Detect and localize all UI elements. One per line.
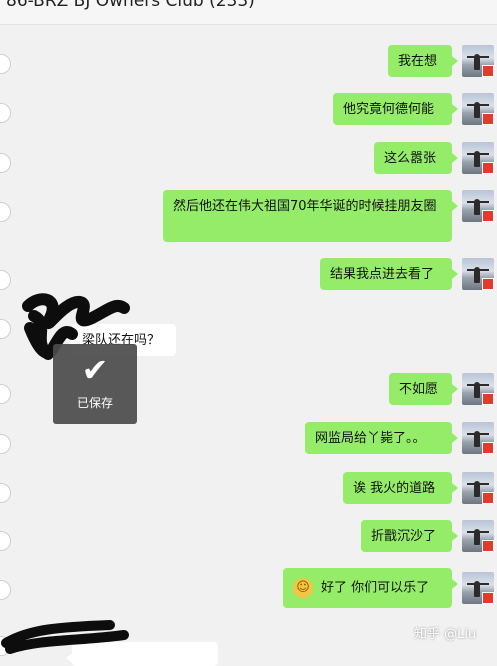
smirk-emoji-icon: ☺	[293, 578, 313, 598]
avatar[interactable]	[462, 373, 494, 405]
select-radio[interactable]	[0, 202, 11, 222]
message-text: 好了 你们可以乐了	[321, 580, 430, 596]
chat-title: 86-BRZ BJ Owners Club (233)	[6, 0, 255, 11]
message-bubble[interactable]: 我在想	[388, 45, 458, 77]
saved-toast: ✔ 已保存	[53, 344, 137, 424]
select-radio[interactable]	[0, 580, 11, 600]
watermark: 知乎 @Liu	[414, 627, 477, 642]
message-bubble[interactable]: 这么嚣张	[374, 142, 458, 174]
message-text: 折戬沉沙了	[371, 529, 437, 544]
message-text: 网监局给丫毙了。。	[315, 431, 426, 446]
message-text: 诶 我火的道路	[353, 481, 436, 496]
select-radio[interactable]	[0, 103, 11, 123]
message-text: 然后他还在伟大祖国70年华诞的时候挂朋友圈	[173, 199, 437, 214]
message-bubble[interactable]: 网监局给丫毙了。。	[305, 422, 458, 454]
select-radio[interactable]	[0, 319, 11, 339]
avatar[interactable]	[462, 93, 494, 125]
select-radio[interactable]	[0, 531, 11, 551]
select-radio[interactable]	[0, 384, 11, 404]
checkmark-icon: ✔	[81, 351, 109, 389]
message-bubble[interactable]: 他究竟何德何能	[333, 93, 458, 125]
chat-header: 86-BRZ BJ Owners Club (233)	[0, 0, 497, 25]
avatar[interactable]	[462, 190, 494, 222]
message-bubble[interactable]: 折戬沉沙了	[361, 520, 458, 552]
message-text: 我在想	[398, 54, 438, 69]
select-radio[interactable]	[0, 153, 11, 173]
avatar[interactable]	[462, 142, 494, 174]
message-bubble[interactable]: 结果我点进去看了	[320, 258, 458, 290]
select-radio[interactable]	[0, 54, 11, 74]
avatar[interactable]	[462, 572, 494, 604]
select-radio[interactable]	[0, 434, 11, 454]
message-bubble[interactable]: 不如愿	[389, 373, 458, 405]
redaction-scribble	[1, 620, 129, 654]
avatar[interactable]	[462, 45, 494, 77]
avatar[interactable]	[462, 258, 494, 290]
message-bubble[interactable]: 诶 我火的道路	[343, 472, 458, 504]
toast-label: 已保存	[76, 396, 113, 410]
avatar[interactable]	[462, 422, 494, 454]
avatar[interactable]	[462, 472, 494, 504]
message-text: 不如愿	[399, 382, 439, 397]
message-text: 他究竟何德何能	[343, 102, 435, 117]
message-bubble[interactable]: ☺ 好了 你们可以乐了	[283, 568, 458, 608]
select-radio[interactable]	[0, 270, 11, 290]
avatar[interactable]	[462, 520, 494, 552]
message-text: 结果我点进去看了	[330, 267, 435, 282]
message-bubble[interactable]: 然后他还在伟大祖国70年华诞的时候挂朋友圈	[163, 190, 458, 242]
select-radio[interactable]	[0, 483, 11, 503]
message-text: 这么嚣张	[384, 151, 437, 166]
